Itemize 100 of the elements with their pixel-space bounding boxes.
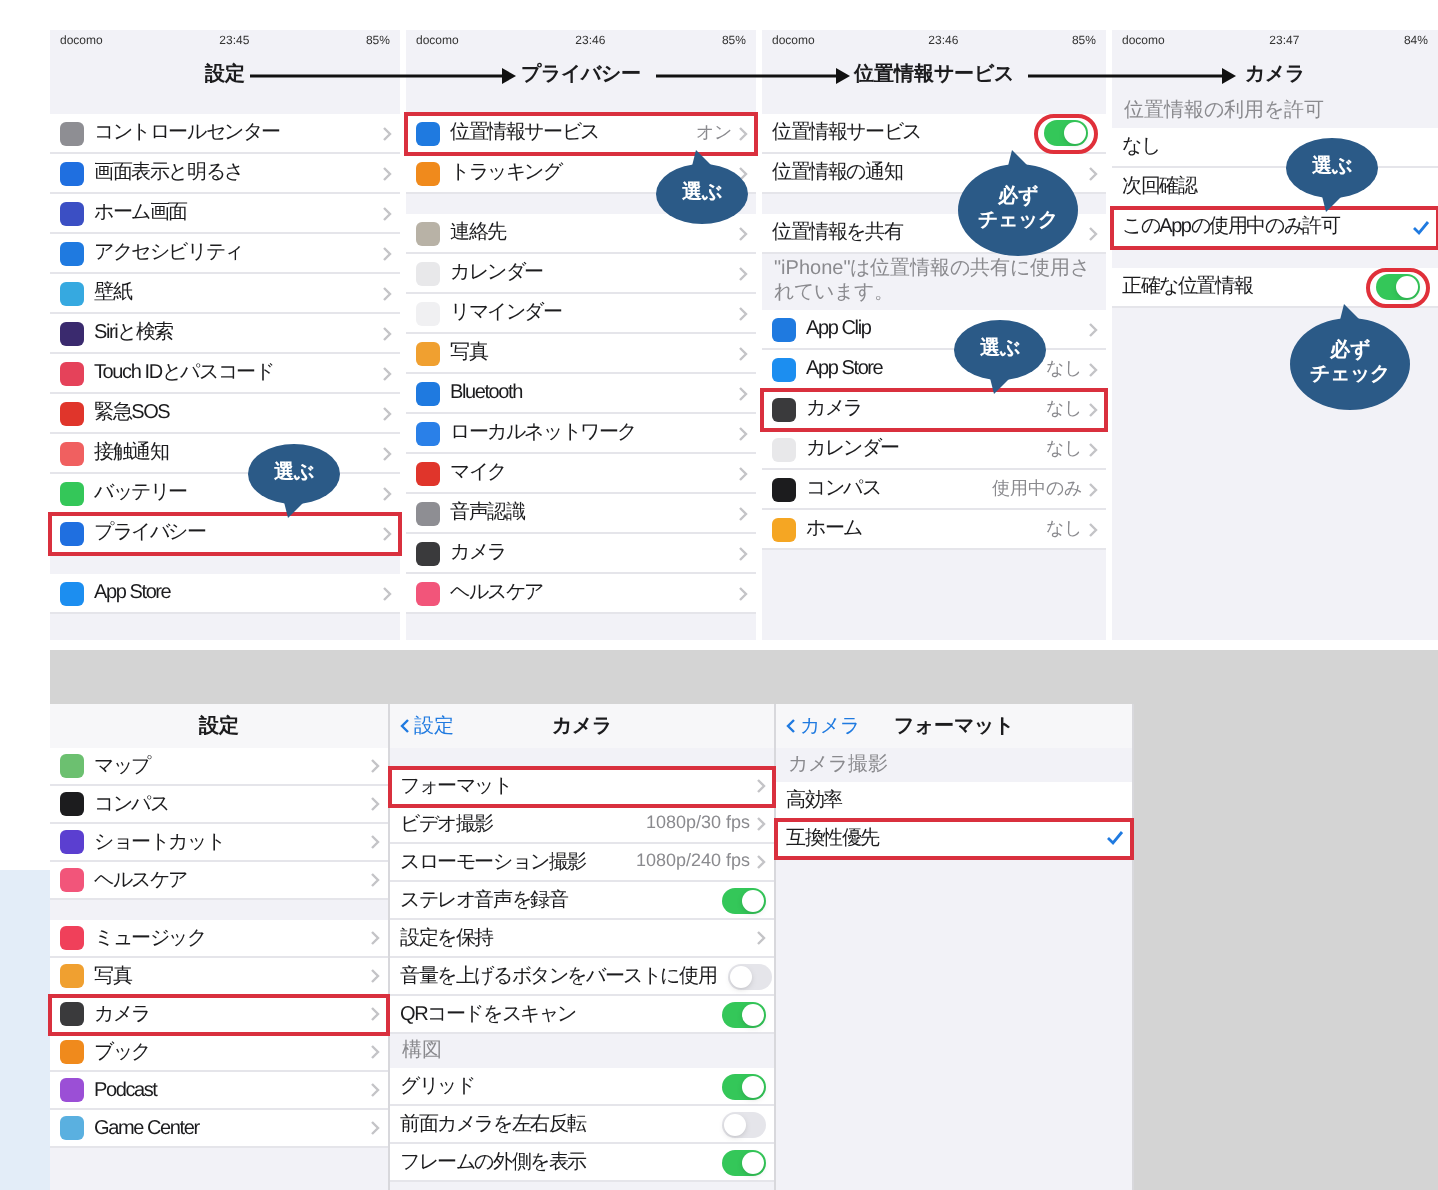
- settings-row[interactable]: ショートカット: [50, 824, 388, 862]
- back-button[interactable]: 設定: [400, 711, 454, 741]
- settings-row[interactable]: カレンダー: [406, 254, 756, 294]
- chevron-icon: [738, 305, 748, 321]
- toggle-switch[interactable]: [722, 1111, 766, 1137]
- row-label: App Clip: [806, 316, 871, 344]
- settings-row[interactable]: コンパス 使用中のみ: [762, 470, 1106, 510]
- row-label: カメラ: [94, 1001, 150, 1029]
- settings-row[interactable]: 写真: [406, 334, 756, 374]
- settings-row[interactable]: Siriと検索: [50, 314, 400, 354]
- row-label: このAppの使用中のみ許可: [1122, 213, 1340, 242]
- row-label: 互換性優先: [786, 825, 880, 853]
- section-header: 構図: [400, 1037, 444, 1066]
- row-label: 写真: [94, 963, 132, 991]
- settings-row[interactable]: Game Center: [50, 1110, 388, 1148]
- chevron-icon: [738, 265, 748, 281]
- chevron-icon: [370, 930, 380, 946]
- settings-row[interactable]: リマインダー: [406, 294, 756, 334]
- row-label: スローモーション撮影: [400, 849, 587, 877]
- settings-row[interactable]: マップ: [50, 748, 388, 786]
- settings-row[interactable]: 連絡先: [406, 214, 756, 254]
- screen-title: カメラ: [1245, 61, 1305, 89]
- settings-row[interactable]: ビデオ撮影 1080p/30 fps: [390, 806, 774, 844]
- settings-row[interactable]: グリッド: [390, 1068, 774, 1106]
- speech-bubble-tooltip: 必ず チェック: [1290, 304, 1410, 410]
- option-row[interactable]: このAppの使用中のみ許可: [1112, 208, 1438, 248]
- back-button[interactable]: カメラ: [786, 711, 860, 741]
- settings-row[interactable]: Bluetooth: [406, 374, 756, 414]
- chevron-icon: [756, 854, 766, 870]
- chevron-icon: [370, 1082, 380, 1098]
- settings-row[interactable]: プライバシー: [50, 514, 400, 554]
- row-label: Game Center: [94, 1115, 199, 1143]
- row-label: マップ: [94, 753, 150, 781]
- settings-row[interactable]: カメラ: [50, 996, 388, 1034]
- settings-row[interactable]: 位置情報サービス: [762, 114, 1106, 154]
- chevron-icon: [382, 405, 392, 421]
- settings-row[interactable]: 音量を上げるボタンをバーストに使用: [390, 958, 774, 996]
- settings-row[interactable]: カレンダー なし: [762, 430, 1106, 470]
- settings-row[interactable]: 画面表示と明るさ: [50, 154, 400, 194]
- settings-row[interactable]: ホーム なし: [762, 510, 1106, 550]
- settings-row[interactable]: 位置情報サービス オン: [406, 114, 756, 154]
- row-label: ホーム画面: [94, 200, 188, 228]
- settings-row[interactable]: ヘルスケア: [50, 862, 388, 900]
- section-header: カメラ撮影: [786, 752, 890, 780]
- settings-row[interactable]: ブック: [50, 1034, 388, 1072]
- chevron-icon: [1088, 321, 1098, 337]
- settings-row[interactable]: ヘルスケア: [406, 574, 756, 614]
- row-label: フレームの外側を表示: [400, 1149, 587, 1177]
- chevron-icon: [382, 585, 392, 601]
- row-label: 音声認識: [450, 499, 525, 528]
- toggle-switch[interactable]: [1376, 274, 1420, 300]
- settings-row[interactable]: フォーマット: [390, 768, 774, 806]
- settings-row[interactable]: Podcast: [50, 1072, 388, 1110]
- settings-row[interactable]: ローカルネットワーク: [406, 414, 756, 454]
- row-label: 画面表示と明るさ: [94, 159, 243, 188]
- toggle-switch[interactable]: [722, 1001, 766, 1027]
- settings-row[interactable]: ホーム画面: [50, 194, 400, 234]
- settings-row[interactable]: 設定を保持: [390, 920, 774, 958]
- settings-row[interactable]: コンパス: [50, 786, 388, 824]
- settings-row[interactable]: スローモーション撮影 1080p/240 fps: [390, 844, 774, 882]
- settings-row[interactable]: Touch IDとパスコード: [50, 354, 400, 394]
- settings-row[interactable]: 正確な位置情報: [1112, 268, 1438, 308]
- chevron-icon: [786, 718, 796, 734]
- chevron-icon: [382, 125, 392, 141]
- chevron-icon: [370, 834, 380, 850]
- toggle-switch[interactable]: [722, 1149, 766, 1175]
- settings-row[interactable]: 写真: [50, 958, 388, 996]
- option-row[interactable]: 高効率: [776, 782, 1132, 820]
- chevron-icon: [1088, 165, 1098, 181]
- toggle-switch[interactable]: [722, 887, 766, 913]
- settings-row[interactable]: 壁紙: [50, 274, 400, 314]
- row-label: 位置情報の通知: [772, 159, 903, 188]
- toggle-switch[interactable]: [728, 963, 773, 989]
- settings-row[interactable]: ミュージック: [50, 920, 388, 958]
- toggle-switch[interactable]: [1044, 120, 1088, 146]
- settings-row[interactable]: ステレオ音声を録音: [390, 882, 774, 920]
- row-label: グリッド: [400, 1073, 475, 1101]
- settings-row[interactable]: カメラ: [406, 534, 756, 574]
- row-label: QRコードをスキャン: [400, 1001, 577, 1029]
- settings-row[interactable]: 音声認識: [406, 494, 756, 534]
- settings-row[interactable]: マイク: [406, 454, 756, 494]
- settings-row[interactable]: App Store: [50, 574, 400, 614]
- settings-row[interactable]: カメラ なし: [762, 390, 1106, 430]
- settings-row[interactable]: アクセシビリティ: [50, 234, 400, 274]
- pane-title: 設定: [199, 712, 239, 741]
- row-label: ヘルスケア: [94, 867, 188, 895]
- chevron-icon: [382, 365, 392, 381]
- chevron-icon: [738, 165, 748, 181]
- row-label: Bluetooth: [450, 380, 522, 408]
- pane-title: フォーマット: [894, 713, 1014, 741]
- settings-row[interactable]: QRコードをスキャン: [390, 996, 774, 1034]
- row-label: 位置情報を共有: [772, 219, 903, 248]
- settings-row[interactable]: コントロールセンター: [50, 114, 400, 154]
- row-label: ブック: [94, 1039, 150, 1067]
- settings-row[interactable]: フレームの外側を表示: [390, 1144, 774, 1182]
- settings-row[interactable]: 前面カメラを左右反転: [390, 1106, 774, 1144]
- option-row[interactable]: 互換性優先: [776, 820, 1132, 858]
- settings-row[interactable]: 緊急SOS: [50, 394, 400, 434]
- toggle-switch[interactable]: [722, 1073, 766, 1099]
- row-label: リマインダー: [450, 300, 562, 328]
